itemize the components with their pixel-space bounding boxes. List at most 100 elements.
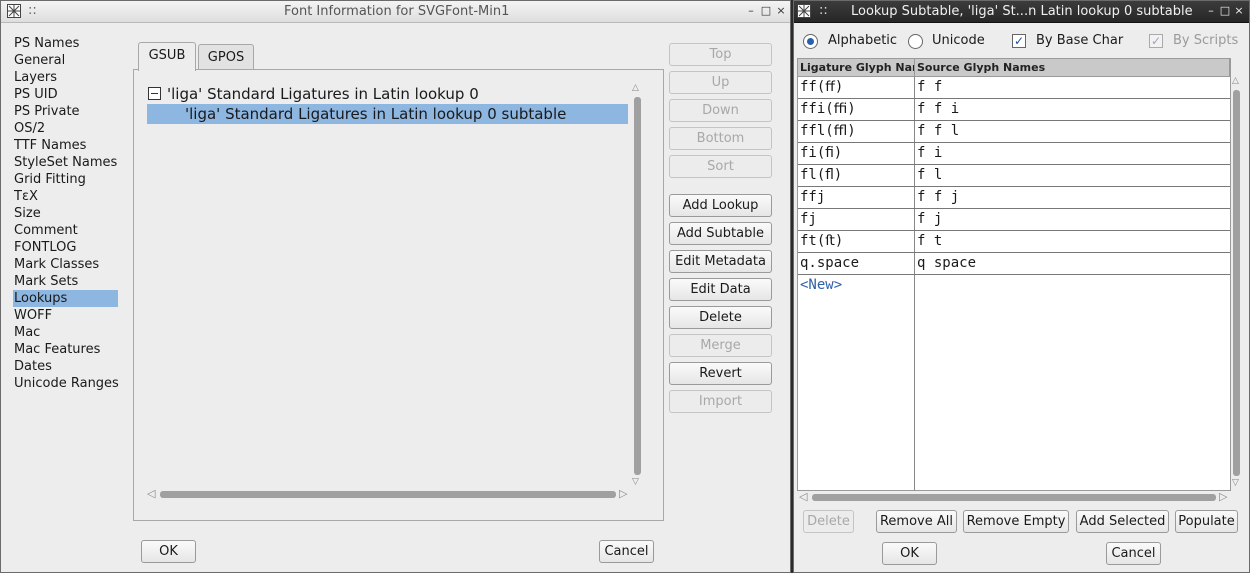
import-button[interactable]: Import — [669, 390, 772, 413]
category-item-unicode-ranges[interactable]: Unicode Ranges — [13, 375, 119, 392]
collapse-icon[interactable] — [148, 87, 161, 100]
scroll-down-icon[interactable]: ▽ — [632, 477, 639, 487]
ligature-cell[interactable]: ff(ﬀ) — [798, 77, 914, 98]
bottom-button[interactable]: Bottom — [669, 127, 772, 150]
top-button[interactable]: Top — [669, 43, 772, 66]
ligature-cell[interactable]: ft(ﬅ) — [798, 231, 914, 252]
unicode-radio[interactable] — [908, 34, 923, 49]
table-row[interactable]: fi(ﬁ) f i — [798, 143, 1230, 165]
tree-lookup-row[interactable]: 'liga' Standard Ligatures in Latin looku… — [147, 84, 627, 104]
ligature-cell[interactable]: q.space — [798, 253, 914, 274]
category-item-size[interactable]: Size — [13, 205, 118, 222]
category-item-mark-classes[interactable]: Mark Classes — [13, 256, 118, 273]
by-base-char-label[interactable]: By Base Char — [1036, 30, 1123, 52]
source-cell[interactable]: f f — [915, 77, 1230, 98]
scroll-left-icon[interactable]: ◁ — [147, 488, 155, 499]
by-scripts-label[interactable]: By Scripts — [1173, 30, 1238, 52]
tab-gsub[interactable]: GSUB — [138, 42, 196, 71]
maximize-icon[interactable]: □ — [759, 4, 773, 18]
table-row[interactable]: ffj f f j — [798, 187, 1230, 209]
category-item-ps-uid[interactable]: PS UID — [13, 86, 118, 103]
subtable-titlebar[interactable]: :: Lookup Subtable, 'liga' St...n Latin … — [794, 1, 1249, 23]
down-button[interactable]: Down — [669, 99, 772, 122]
alphabetic-radio[interactable] — [803, 34, 818, 49]
source-cell[interactable]: f f j — [915, 187, 1230, 208]
category-item-mark-sets[interactable]: Mark Sets — [13, 273, 118, 290]
table-row[interactable]: fj f j — [798, 209, 1230, 231]
close-icon[interactable]: × — [774, 4, 788, 18]
add-selected-button[interactable]: Add Selected — [1076, 510, 1169, 533]
table-row[interactable]: ffl(ﬄ) f f l — [798, 121, 1230, 143]
category-item-layers[interactable]: Layers — [13, 69, 118, 86]
category-item-os-2[interactable]: OS/2 — [13, 120, 118, 137]
maximize-icon[interactable]: □ — [1218, 4, 1232, 18]
new-row-cell[interactable]: <New> — [798, 275, 914, 296]
scroll-up-icon[interactable]: △ — [1232, 76, 1239, 86]
category-item-styleset-names[interactable]: StyleSet Names — [13, 154, 118, 171]
remove-empty-button[interactable]: Remove Empty — [963, 510, 1069, 533]
close-icon[interactable]: × — [1232, 4, 1246, 18]
tree-vertical-scrollbar[interactable]: △ ▽ — [631, 83, 645, 489]
up-button[interactable]: Up — [669, 71, 772, 94]
minimize-icon[interactable]: – — [1204, 4, 1218, 18]
source-cell[interactable]: q space — [915, 253, 1230, 274]
category-item-woff[interactable]: WOFF — [13, 307, 118, 324]
ligature-cell[interactable]: ffl(ﬄ) — [798, 121, 914, 142]
delete-button[interactable]: Delete — [803, 510, 854, 533]
category-item-comment[interactable]: Comment — [13, 222, 118, 239]
scroll-left-icon[interactable]: ◁ — [799, 491, 807, 502]
category-item-t-x[interactable]: TεX — [13, 188, 118, 205]
category-item-dates[interactable]: Dates — [13, 358, 118, 375]
category-item-general[interactable]: General — [13, 52, 118, 69]
ligature-cell[interactable]: fj — [798, 209, 914, 230]
by-scripts-checkbox[interactable]: ✓ — [1149, 34, 1163, 48]
edit-data-button[interactable]: Edit Data — [669, 278, 772, 301]
category-item-ps-names[interactable]: PS Names — [13, 35, 118, 52]
tab-gpos[interactable]: GPOS — [198, 44, 254, 71]
category-item-mac[interactable]: Mac — [13, 324, 118, 341]
source-cell[interactable]: f i — [915, 143, 1230, 164]
scroll-right-icon[interactable]: ▷ — [1219, 491, 1227, 502]
table-horizontal-scrollbar[interactable]: ◁ ▷ — [799, 491, 1229, 505]
category-item-ttf-names[interactable]: TTF Names — [13, 137, 118, 154]
alphabetic-label[interactable]: Alphabetic — [828, 30, 897, 52]
font-info-titlebar[interactable]: :: Font Information for SVGFont-Min1 – □… — [1, 1, 790, 23]
tree-subtable-row[interactable]: 'liga' Standard Ligatures in Latin looku… — [147, 104, 628, 124]
sort-button[interactable]: Sort — [669, 155, 772, 178]
category-item-grid-fitting[interactable]: Grid Fitting — [13, 171, 118, 188]
populate-button[interactable]: Populate — [1175, 510, 1238, 533]
category-item-ps-private[interactable]: PS Private — [13, 103, 118, 120]
source-cell[interactable]: f f l — [915, 121, 1230, 142]
table-row[interactable]: ff(ﬀ) f f — [798, 77, 1230, 99]
unicode-label[interactable]: Unicode — [932, 30, 985, 52]
window-menu-icon[interactable]: :: — [28, 3, 37, 18]
minimize-icon[interactable]: – — [744, 4, 758, 18]
add-subtable-button[interactable]: Add Subtable — [669, 222, 772, 245]
category-item-fontlog[interactable]: FONTLOG — [13, 239, 118, 256]
remove-all-button[interactable]: Remove All — [876, 510, 957, 533]
source-cell[interactable]: f t — [915, 231, 1230, 252]
table-row[interactable]: ffi(ﬃ) f f i — [798, 99, 1230, 121]
table-row[interactable]: q.space q space — [798, 253, 1230, 275]
revert-button[interactable]: Revert — [669, 362, 772, 385]
source-cell[interactable]: f j — [915, 209, 1230, 230]
ligature-cell[interactable]: fi(ﬁ) — [798, 143, 914, 164]
subtable-ok-button[interactable]: OK — [882, 542, 937, 565]
ligature-cell[interactable]: ffi(ﬃ) — [798, 99, 914, 120]
tree-horizontal-scrollbar[interactable]: ◁ ▷ — [147, 488, 633, 502]
merge-button[interactable]: Merge — [669, 334, 772, 357]
cancel-button[interactable]: Cancel — [599, 540, 654, 563]
category-item-mac-features[interactable]: Mac Features — [13, 341, 118, 358]
edit-metadata-button[interactable]: Edit Metadata — [669, 250, 772, 273]
ok-button[interactable]: OK — [141, 540, 196, 563]
table-row[interactable]: fl(ﬂ) f l — [798, 165, 1230, 187]
ligature-cell[interactable]: ffj — [798, 187, 914, 208]
delete-button[interactable]: Delete — [669, 306, 772, 329]
scroll-down-icon[interactable]: ▽ — [1232, 478, 1239, 488]
scroll-right-icon[interactable]: ▷ — [619, 488, 627, 499]
by-base-char-checkbox[interactable]: ✓ — [1012, 34, 1026, 48]
table-vertical-scrollbar[interactable]: △ ▽ — [1230, 76, 1244, 490]
source-cell[interactable]: f l — [915, 165, 1230, 186]
column-header-ligature[interactable]: Ligature Glyph Name — [798, 59, 915, 77]
window-menu-icon[interactable]: :: — [819, 3, 828, 18]
